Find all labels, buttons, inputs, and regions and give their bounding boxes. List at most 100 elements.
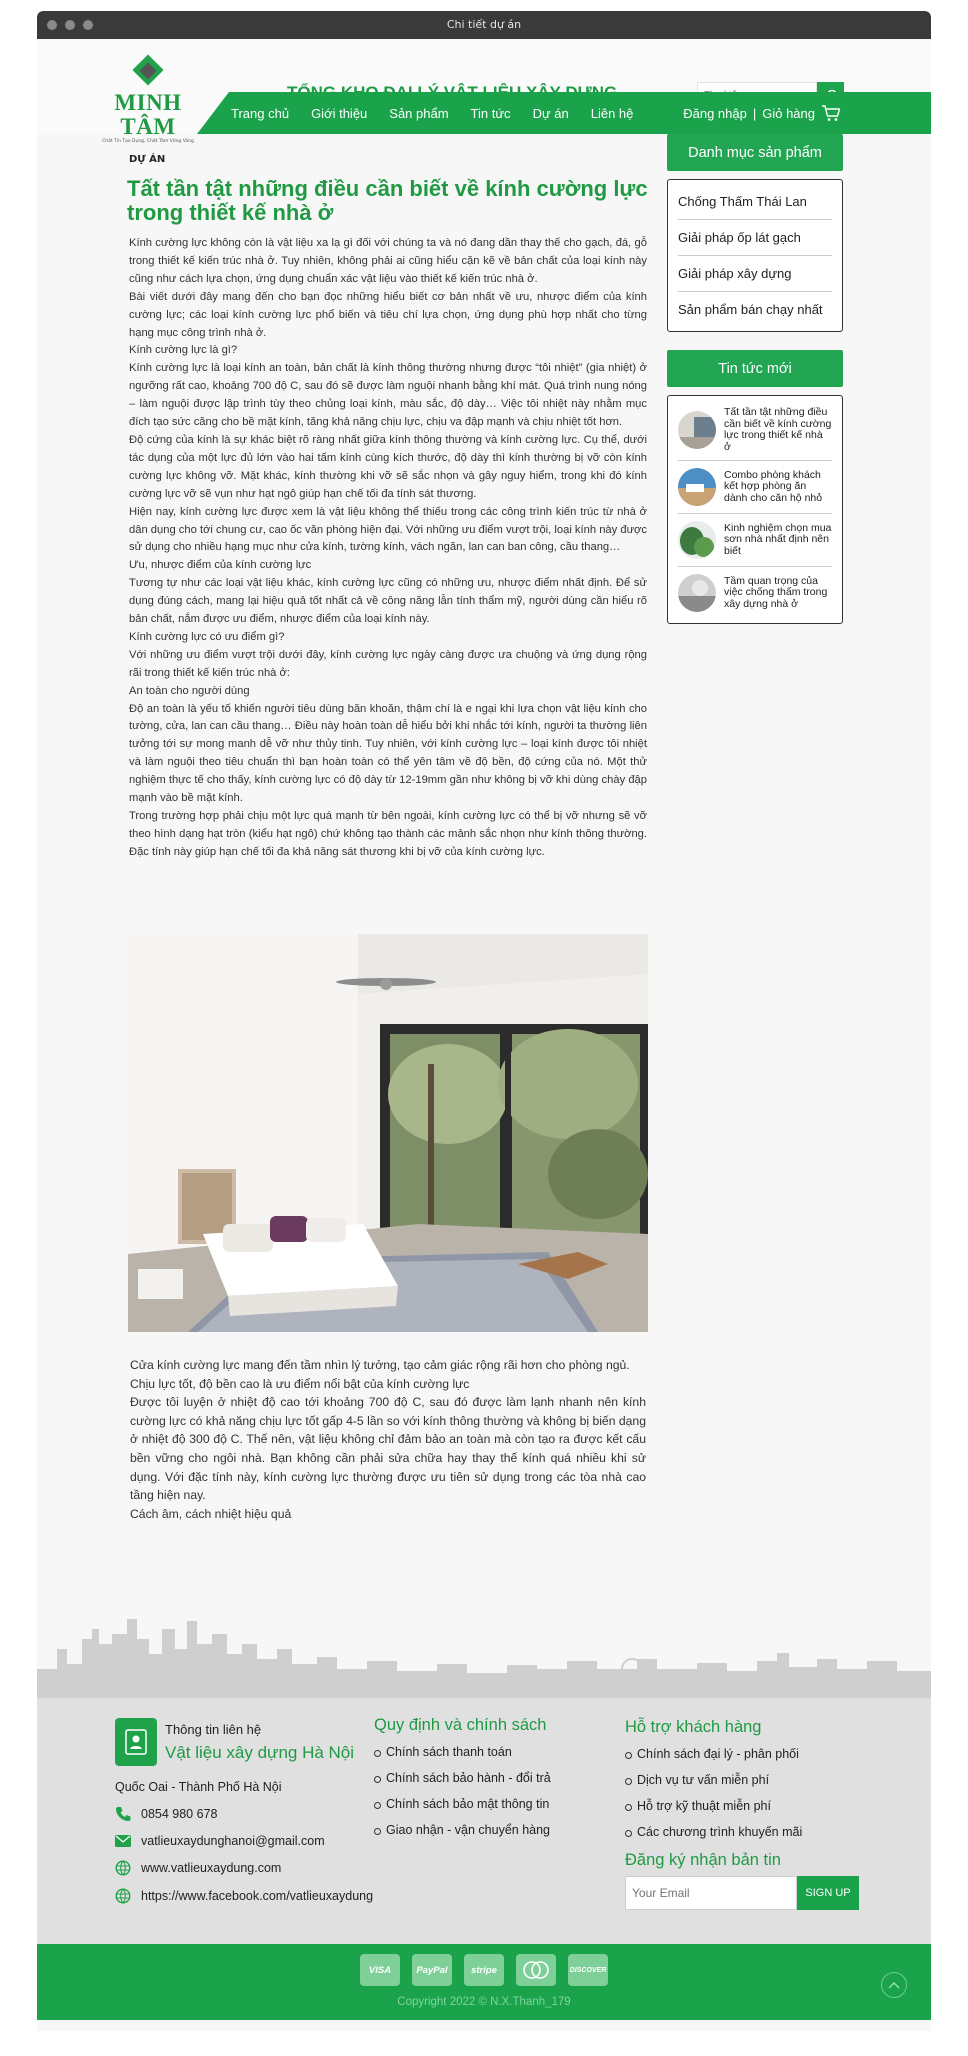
bedroom-illustration bbox=[128, 934, 648, 1332]
email-address: vatlieuxaydunghanoi@gmail.com bbox=[141, 1834, 325, 1848]
category-item[interactable]: Giải pháp ốp lát gạch bbox=[678, 220, 832, 256]
news-title: Combo phòng khách kết hợp phòng ăn dành … bbox=[724, 468, 823, 504]
article-paragraph: Cửa kính cường lực mang đến tầm nhìn lý … bbox=[130, 1358, 630, 1372]
category-item[interactable]: Giải pháp xây dựng bbox=[678, 256, 832, 292]
category-item[interactable]: Chống Thấm Thái Lan bbox=[678, 184, 832, 220]
chevron-up-icon bbox=[888, 1981, 900, 1989]
article-body: Kính cường lực không còn là vật liệu xa … bbox=[127, 235, 649, 862]
contact-card-icon bbox=[115, 1718, 157, 1766]
newsletter-email-input[interactable] bbox=[625, 1876, 797, 1910]
article-photo-bedroom bbox=[128, 934, 648, 1332]
article-paragraph: Độ cứng của kính là sự khác biệt rõ ràng… bbox=[129, 433, 647, 500]
nav-item-news[interactable]: Tin tức bbox=[471, 106, 511, 121]
support-link[interactable]: Dịch vụ tư vấn miễn phí bbox=[625, 1773, 859, 1787]
logo-mark-icon bbox=[131, 54, 165, 91]
visa-icon: VISA bbox=[360, 1954, 400, 1986]
footer-contact: Thông tin liên hệ Vật liệu xây dựng Hà N… bbox=[115, 1718, 375, 1904]
email-line[interactable]: vatlieuxaydunghanoi@gmail.com bbox=[115, 1834, 375, 1848]
news-list: Tất tần tật những điều cần biết về kính … bbox=[667, 395, 843, 624]
support-link[interactable]: Hỗ trợ kỹ thuật miễn phí bbox=[625, 1799, 859, 1813]
support-link[interactable]: Chính sách đại lý - phân phối bbox=[625, 1747, 859, 1761]
account-area: Đăng nhập | Giỏ hàng bbox=[683, 92, 841, 134]
nav-item-home[interactable]: Trang chủ bbox=[231, 106, 289, 121]
newsletter-form: SIGN UP bbox=[625, 1876, 859, 1910]
stripe-icon: stripe bbox=[464, 1954, 504, 1986]
article: DỰ ÁN Tất tần tật những điều cần biết về… bbox=[127, 154, 649, 862]
nav-item-products[interactable]: Sản phẩm bbox=[389, 106, 448, 121]
store-address: Quốc Oai - Thành Phố Hà Nội bbox=[115, 1780, 282, 1794]
window-title: Chi tiết dự án bbox=[446, 18, 522, 31]
contact-header: Thông tin liên hệ Vật liệu xây dựng Hà N… bbox=[115, 1718, 375, 1766]
phone-line[interactable]: 0854 980 678 bbox=[115, 1806, 375, 1822]
payment-methods: VISA PayPal stripe DISCOVER bbox=[360, 1954, 608, 1986]
news-title: Kinh nghiệm chọn mua sơn nhà nhất định n… bbox=[724, 521, 832, 557]
policy-link[interactable]: Chính sách thanh toán bbox=[374, 1745, 551, 1759]
policies-heading: Quy định và chính sách bbox=[374, 1716, 547, 1734]
website-url: www.vatlieuxaydung.com bbox=[141, 1861, 282, 1875]
facebook-url: https://www.facebook.com/vatlieuxaydung bbox=[141, 1889, 374, 1903]
nav-item-contact[interactable]: Liên hệ bbox=[591, 106, 634, 121]
main-nav: Trang chủ Giới thiệu Sản phẩm Tin tức Dự… bbox=[197, 92, 931, 134]
site-logo[interactable]: MINH TÂM Chất Tín Tạo Dựng, Chất Tâm Vữn… bbox=[93, 54, 203, 144]
signup-button[interactable]: SIGN UP bbox=[797, 1876, 859, 1910]
city-skyline-illustration bbox=[37, 1619, 931, 1699]
nav-item-projects[interactable]: Dự án bbox=[533, 106, 569, 121]
footer-policies: Quy định và chính sách Chính sách thanh … bbox=[374, 1716, 551, 1849]
categories-heading: Danh mục sản phẩm bbox=[667, 134, 843, 171]
close-window-button[interactable] bbox=[47, 20, 57, 30]
nav-item-about[interactable]: Giới thiệu bbox=[311, 106, 367, 121]
cart-icon[interactable] bbox=[821, 104, 841, 122]
category-item[interactable]: Sản phẩm bán chạy nhất bbox=[678, 292, 832, 327]
article-paragraph: Kính cường lực có ưu điểm gì? bbox=[129, 630, 285, 643]
maximize-window-button[interactable] bbox=[83, 20, 93, 30]
facebook-line[interactable]: https://www.facebook.com/vatlieuxaydung bbox=[115, 1888, 375, 1904]
news-item[interactable]: Tầm quan trọng của việc chống thấm trong… bbox=[678, 567, 832, 619]
nav-separator: | bbox=[752, 105, 757, 121]
article-paragraph: Tương tự như các loại vật liệu khác, kín… bbox=[129, 577, 647, 626]
footer-support: Hỗ trợ khách hàng Chính sách đại lý - ph… bbox=[625, 1718, 859, 1910]
article-paragraph: Kính cường lực không còn là vật liệu xa … bbox=[129, 237, 647, 285]
minimize-window-button[interactable] bbox=[65, 20, 75, 30]
website-line[interactable]: www.vatlieuxaydung.com bbox=[115, 1860, 375, 1876]
logo-tagline: Chất Tín Tạo Dựng, Chất Tâm Vững Vàng bbox=[102, 139, 194, 144]
article-paragraph: Ưu, nhược điểm của kính cường lực bbox=[129, 559, 312, 572]
back-to-top-button[interactable] bbox=[881, 1972, 907, 1998]
article-paragraph: Kính cường lực là gì? bbox=[129, 344, 238, 357]
discover-icon: DISCOVER bbox=[568, 1954, 608, 1986]
browser-window: Chi tiết dự án MINH TÂM Chất Tín Tạo Dựn… bbox=[37, 11, 931, 2031]
login-link[interactable]: Đăng nhập bbox=[683, 106, 747, 121]
contact-label: Thông tin liên hệ bbox=[165, 1722, 262, 1737]
article-paragraph: Kính cường lực là loại kính an toàn, bản… bbox=[129, 362, 647, 429]
store-name: Vật liệu xây dựng Hà Nội bbox=[165, 1743, 355, 1762]
article-paragraph: An toàn cho người dùng bbox=[129, 684, 250, 697]
article-paragraph: Với những ưu điểm vượt trội dưới đây, kí… bbox=[129, 648, 647, 679]
article-paragraph: Bài viết dưới đây mang đến cho bạn đọc n… bbox=[129, 290, 647, 339]
article-paragraph: Độ an toàn là yếu tố khiến người tiêu dù… bbox=[129, 702, 647, 805]
newsletter-heading: Đăng ký nhận bản tin bbox=[625, 1851, 781, 1869]
email-icon bbox=[115, 1835, 131, 1847]
globe-icon bbox=[115, 1888, 131, 1904]
window-controls bbox=[47, 20, 93, 30]
mastercard-icon bbox=[516, 1954, 556, 1986]
title-bar: Chi tiết dự án bbox=[37, 11, 931, 39]
news-item[interactable]: Tất tần tật những điều cần biết về kính … bbox=[678, 400, 832, 461]
policy-link[interactable]: Chính sách bảo mật thông tin bbox=[374, 1797, 551, 1811]
news-thumbnail bbox=[678, 521, 716, 559]
support-link[interactable]: Các chương trình khuyến mãi bbox=[625, 1825, 859, 1839]
article-body-continued: Cửa kính cường lực mang đến tầm nhìn lý … bbox=[128, 1356, 648, 1523]
news-item[interactable]: Combo phòng khách kết hợp phòng ăn dành … bbox=[678, 461, 832, 514]
globe-icon bbox=[115, 1860, 131, 1876]
policy-link[interactable]: Giao nhận - vận chuyển hàng bbox=[374, 1823, 551, 1837]
article-paragraph: Chịu lực tốt, độ bền cao là ưu điểm nổi … bbox=[130, 1376, 470, 1391]
cart-link[interactable]: Giỏ hàng bbox=[762, 106, 815, 121]
sidebar: Danh mục sản phẩm Chống Thấm Thái Lan Gi… bbox=[667, 134, 843, 624]
breadcrumb[interactable]: DỰ ÁN bbox=[129, 154, 649, 165]
logo-name: MINH TÂM bbox=[114, 90, 182, 139]
copyright: Copyright 2022 © N.X.Thanh_179 bbox=[397, 1996, 571, 2008]
policy-link[interactable]: Chính sách bảo hành - đổi trả bbox=[374, 1771, 551, 1785]
support-heading: Hỗ trợ khách hàng bbox=[625, 1718, 762, 1736]
news-item[interactable]: Kinh nghiệm chọn mua sơn nhà nhất định n… bbox=[678, 514, 832, 567]
article-paragraph: Được tôi luyện ở nhiệt độ cao tới khoảng… bbox=[130, 1395, 646, 1503]
site-footer: Thông tin liên hệ Vật liệu xây dựng Hà N… bbox=[37, 1698, 931, 1944]
phone-number: 0854 980 678 bbox=[141, 1807, 218, 1821]
